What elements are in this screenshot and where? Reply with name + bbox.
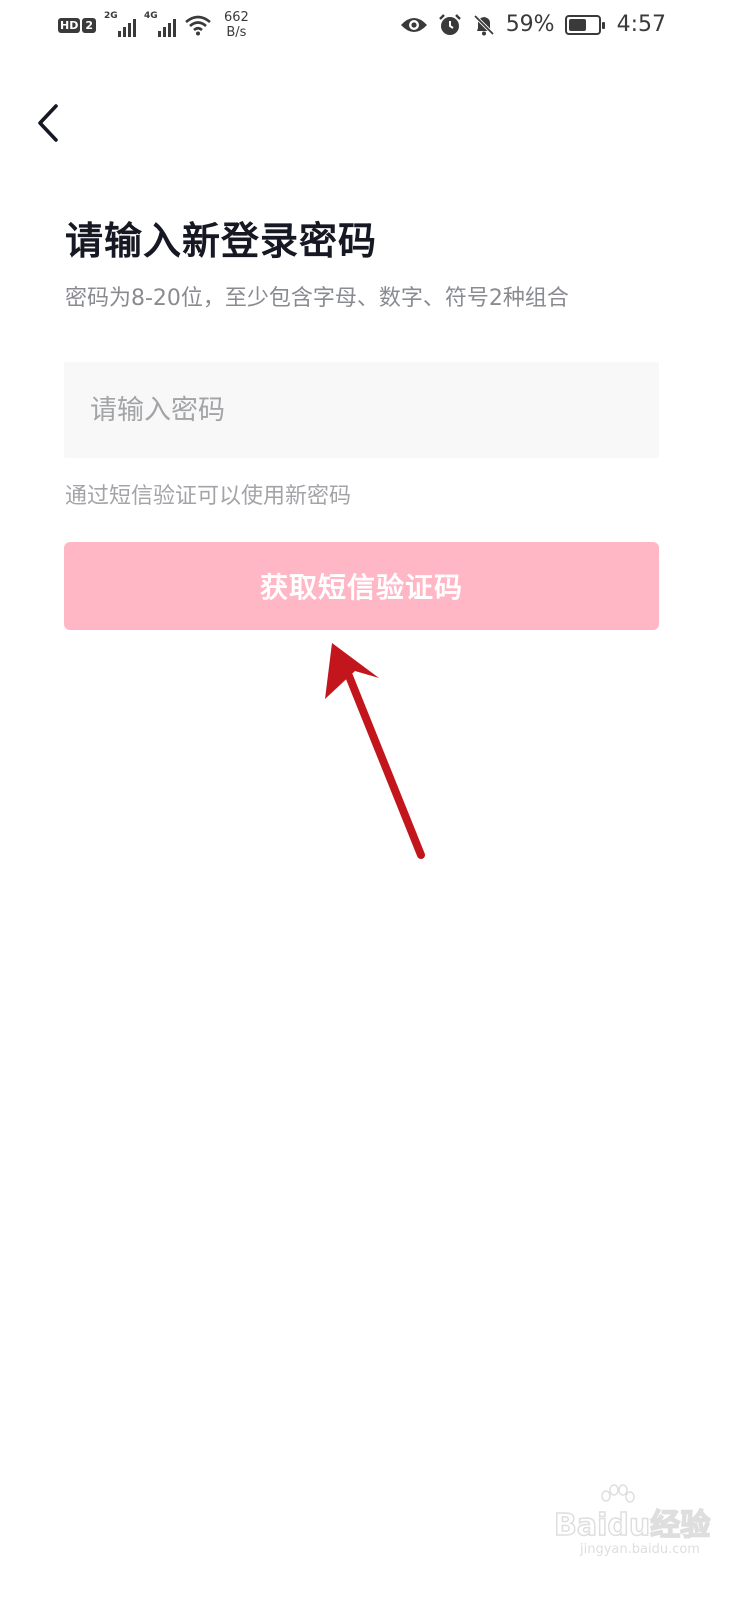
signal-4g-icon: 4G [144, 11, 176, 37]
password-rule-hint: 密码为8-20位，至少包含字母、数字、符号2种组合 [65, 286, 569, 311]
network-speed: 662 B/s [224, 10, 249, 40]
status-bar: HD 2 2G 4G 662 B/s 59% 4:57 [0, 0, 738, 56]
chevron-left-icon [38, 104, 58, 142]
baidu-jingyan-watermark: Baidu经验 jingyan.baidu.com [552, 1484, 712, 1564]
bell-muted-icon [473, 14, 494, 35]
signal-2g-tag: 2G [104, 11, 118, 21]
arrow-shaft [345, 672, 425, 859]
alarm-icon [438, 13, 461, 35]
signal-2g-icon: 2G [104, 11, 136, 37]
watermark-url: jingyan.baidu.com [580, 1542, 700, 1557]
hd-label: HD [58, 17, 81, 33]
watermark-brand: Baidu经验 [553, 1507, 711, 1544]
battery-fill [568, 18, 586, 31]
status-bar-right: 59% 4:57 [400, 12, 666, 37]
hd-sim-number: 2 [82, 17, 96, 33]
signal-4g-tag: 4G [144, 11, 158, 21]
hd-voice-icon: HD 2 [58, 16, 96, 34]
get-sms-code-button[interactable]: 获取短信验证码 [64, 542, 659, 630]
network-speed-unit: B/s [226, 25, 247, 40]
status-bar-left: HD 2 2G 4G 662 B/s [58, 10, 249, 40]
battery-percent: 59% [505, 12, 555, 37]
sms-verification-hint: 通过短信验证可以使用新密码 [65, 484, 352, 509]
network-speed-value: 662 [224, 10, 249, 25]
eye-icon [400, 17, 427, 32]
battery-icon [564, 14, 605, 35]
status-time: 4:57 [616, 12, 666, 37]
password-reset-screen: HD 2 2G 4G 662 B/s 59% 4:57 请输入新登录密码 密码为… [0, 0, 738, 1600]
wifi-icon [185, 15, 211, 36]
password-input[interactable] [64, 362, 659, 458]
page-title: 请输入新登录密码 [65, 219, 378, 263]
arrow-head [325, 643, 379, 699]
back-button[interactable] [28, 98, 68, 148]
